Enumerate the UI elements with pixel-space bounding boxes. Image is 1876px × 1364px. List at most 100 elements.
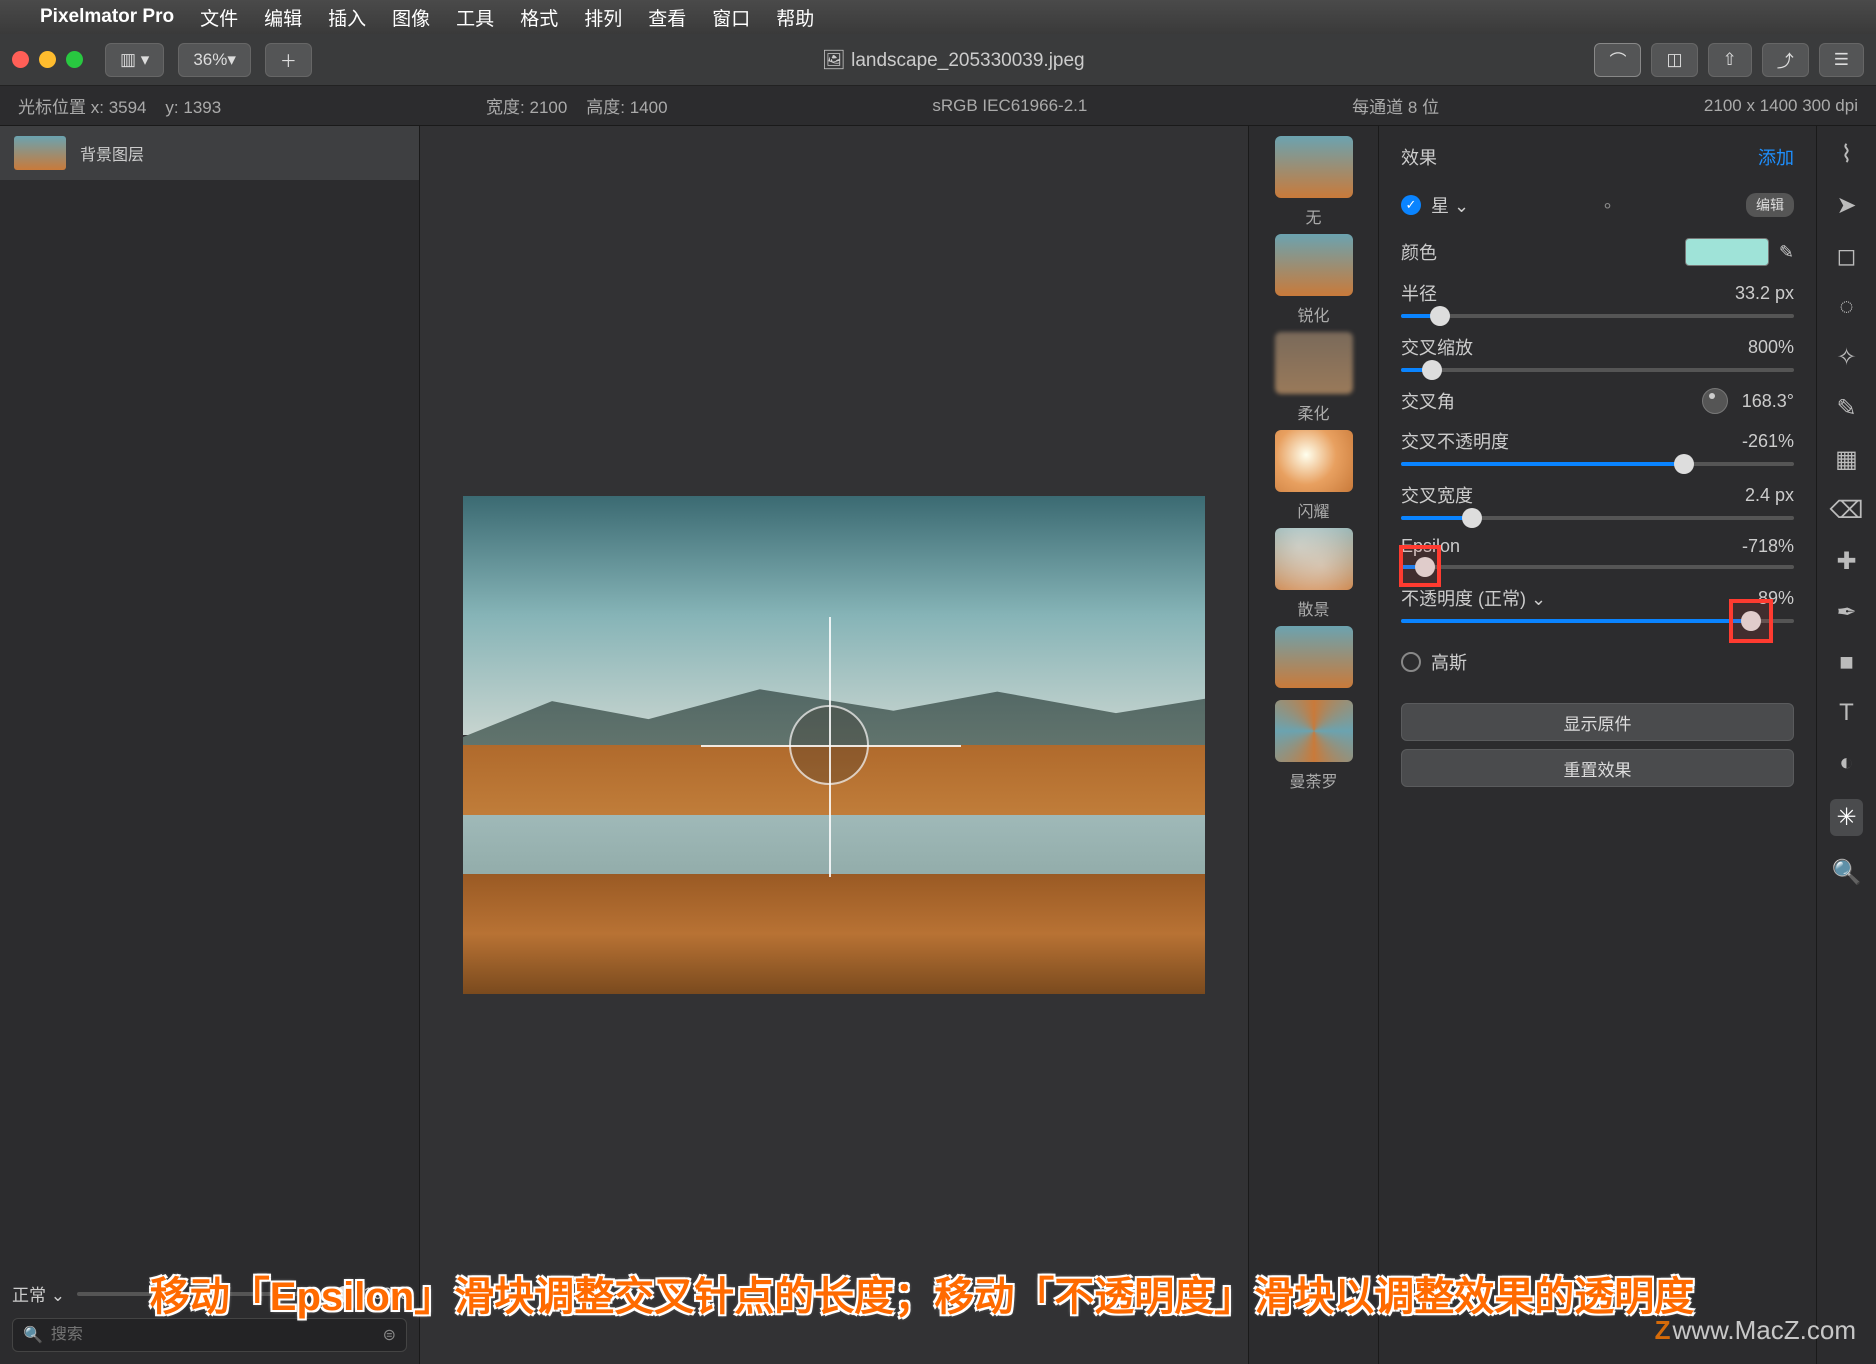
crossopacity-slider[interactable] (1401, 462, 1794, 466)
menu-tools[interactable]: 工具 (456, 4, 494, 31)
preset-sharpen[interactable]: 锐化 (1275, 234, 1353, 326)
menu-format[interactable]: 格式 (520, 4, 558, 31)
watermark: Zwww.MacZ.com (1655, 1315, 1856, 1346)
opacity-highlight (1729, 599, 1773, 643)
preset-unnamed[interactable] (1275, 626, 1353, 694)
window-titlebar: ▥ ▾ 36% ▾ ＋ 🖼 landscape_205330039.jpeg ⌒… (0, 34, 1876, 86)
eyedropper-icon[interactable]: ✎ (1779, 242, 1794, 263)
show-original-button[interactable]: 显示原件 (1401, 703, 1794, 741)
zoom-button[interactable] (66, 51, 83, 68)
crossangle-label: 交叉角 (1401, 388, 1455, 414)
crossopacity-value: -261% (1742, 431, 1794, 452)
vector-tool-icon[interactable]: ✒ (1836, 598, 1856, 627)
menu-edit[interactable]: 编辑 (264, 4, 302, 31)
export-button[interactable]: ⇧ (1708, 43, 1752, 77)
opacity-slider[interactable] (1401, 619, 1794, 623)
adjustments-button[interactable]: ☰ (1819, 43, 1864, 77)
epsilon-value: -718% (1742, 536, 1794, 557)
zoom-tool-icon[interactable]: 🔍 (1832, 858, 1862, 887)
cursor-position: 光标位置 x: 3594 y: 1393 (18, 93, 221, 118)
color-swatch[interactable] (1685, 238, 1769, 266)
color-profile: sRGB IEC61966-2.1 (932, 96, 1087, 116)
document-title: 🖼 landscape_205330039.jpeg (326, 48, 1581, 72)
share-button[interactable]: ⤴ (1762, 43, 1809, 77)
add-effect-button[interactable]: 添加 (1758, 144, 1794, 170)
effect-enabled-checkbox[interactable]: ✓ (1401, 195, 1421, 215)
sidebar-toggle-button[interactable]: ▥ ▾ (105, 43, 164, 77)
bit-depth: 每通道 8 位 (1352, 93, 1439, 118)
crosswidth-label: 交叉宽度 (1401, 482, 1473, 508)
menu-image[interactable]: 图像 (392, 4, 430, 31)
search-input[interactable] (51, 1326, 375, 1344)
app-name[interactable]: Pixelmator Pro (40, 6, 174, 28)
epsilon-highlight (1399, 545, 1441, 587)
shape-tool-icon[interactable]: ■ (1839, 649, 1854, 677)
menu-arrange[interactable]: 排列 (584, 4, 622, 31)
effects-inspector: 效果 添加 ✓ 星 ⌄ ∘ 编辑 颜色 ✎ 半径33.2 px 交叉缩放800% (1378, 126, 1816, 1364)
epsilon-slider[interactable] (1401, 565, 1794, 569)
menu-insert[interactable]: 插入 (328, 4, 366, 31)
inspector-title: 效果 (1401, 144, 1437, 170)
layer-label: 背景图层 (80, 141, 144, 165)
menu-view[interactable]: 查看 (648, 4, 686, 31)
fill-tool-icon[interactable]: ▦ (1835, 445, 1858, 474)
layers-panel: 背景图层 正常 ⌄ 100% 🔍 ⊜ (0, 126, 420, 1364)
opacity-label[interactable]: 不透明度 (正常) ⌄ (1401, 585, 1546, 611)
preset-soften[interactable]: 柔化 (1275, 332, 1353, 424)
arrow-tool-icon[interactable]: ➤ (1836, 191, 1856, 220)
marquee-tool-icon[interactable]: ◻ (1837, 242, 1857, 271)
canvas-area[interactable] (420, 126, 1248, 1364)
menu-file[interactable]: 文件 (200, 4, 238, 31)
search-icon: 🔍 (23, 1325, 43, 1345)
effect-star-label: 星 ⌄ (1431, 192, 1469, 218)
color-tool-icon[interactable]: ◐ (1839, 749, 1854, 777)
pen-tool-icon[interactable]: ✎ (1836, 394, 1856, 423)
tool-sidebar: ⌇ ➤ ◻ ◌ ✧ ✎ ▦ ⌫ ✚ ✒ ■ T ◐ ✳ 🔍 (1816, 126, 1876, 1364)
effect-star-row[interactable]: ✓ 星 ⌄ ∘ 编辑 (1401, 192, 1794, 218)
filter-icon[interactable]: ⊜ (383, 1325, 396, 1345)
tutorial-overlay-text: 移动「Epsilon」滑块调整交叉针点的长度；移动「不透明度」滑块以调整效果的透… (28, 1270, 1816, 1324)
text-tool-icon[interactable]: T (1839, 699, 1854, 727)
menu-help[interactable]: 帮助 (776, 4, 814, 31)
angle-knob[interactable] (1702, 388, 1728, 414)
crossangle-value: 168.3° (1742, 391, 1794, 412)
close-button[interactable] (12, 51, 29, 68)
layer-background[interactable]: 背景图层 (0, 126, 419, 180)
layer-thumbnail (14, 136, 66, 170)
macos-menubar: Pixelmator Pro 文件 编辑 插入 图像 工具 格式 排列 查看 窗… (0, 0, 1876, 34)
reset-effects-button[interactable]: 重置效果 (1401, 749, 1794, 787)
preset-bokeh[interactable]: 散景 (1275, 528, 1353, 620)
menu-window[interactable]: 窗口 (712, 4, 750, 31)
radius-label: 半径 (1401, 280, 1437, 306)
edit-effect-button[interactable]: 编辑 (1746, 193, 1794, 217)
magic-tool-icon[interactable]: ✧ (1836, 343, 1856, 372)
traffic-lights (12, 51, 83, 68)
preset-mandala[interactable]: 曼荼罗 (1275, 700, 1353, 792)
eraser-tool-icon[interactable]: ⌫ (1830, 496, 1864, 525)
dimensions-dpi: 2100 x 1400 300 dpi (1704, 96, 1858, 116)
radius-slider[interactable] (1401, 314, 1794, 318)
crosswidth-slider[interactable] (1401, 516, 1794, 520)
brush-tool-button[interactable]: ⌒ (1594, 43, 1641, 77)
effect-presets: 无 锐化 柔化 闪耀 散景 曼荼罗 (1248, 126, 1378, 1364)
zoom-dropdown[interactable]: 36% ▾ (178, 43, 251, 77)
minimize-button[interactable] (39, 51, 56, 68)
crop-tool-button[interactable]: ◫ (1651, 43, 1697, 77)
crosszoom-value: 800% (1748, 337, 1794, 358)
effects-tool-icon[interactable]: ✳ (1830, 799, 1862, 836)
crosszoom-slider[interactable] (1401, 368, 1794, 372)
effect-gauss-checkbox[interactable] (1401, 652, 1421, 672)
radius-value: 33.2 px (1735, 283, 1794, 304)
preset-shine[interactable]: 闪耀 (1275, 430, 1353, 522)
heal-tool-icon[interactable]: ✚ (1836, 547, 1856, 576)
crosswidth-value: 2.4 px (1745, 485, 1794, 506)
image-size: 宽度: 2100 高度: 1400 (486, 93, 668, 118)
effect-gauss-row[interactable]: 高斯 (1401, 649, 1794, 675)
image-content (463, 496, 1205, 994)
brush-tool-icon[interactable]: ⌇ (1841, 140, 1853, 169)
lasso-tool-icon[interactable]: ◌ (1839, 293, 1853, 321)
preset-none[interactable]: 无 (1275, 136, 1353, 228)
add-button[interactable]: ＋ (265, 43, 312, 77)
info-bar: 光标位置 x: 3594 y: 1393 宽度: 2100 高度: 1400 s… (0, 86, 1876, 126)
effect-gauss-label: 高斯 (1431, 649, 1467, 675)
